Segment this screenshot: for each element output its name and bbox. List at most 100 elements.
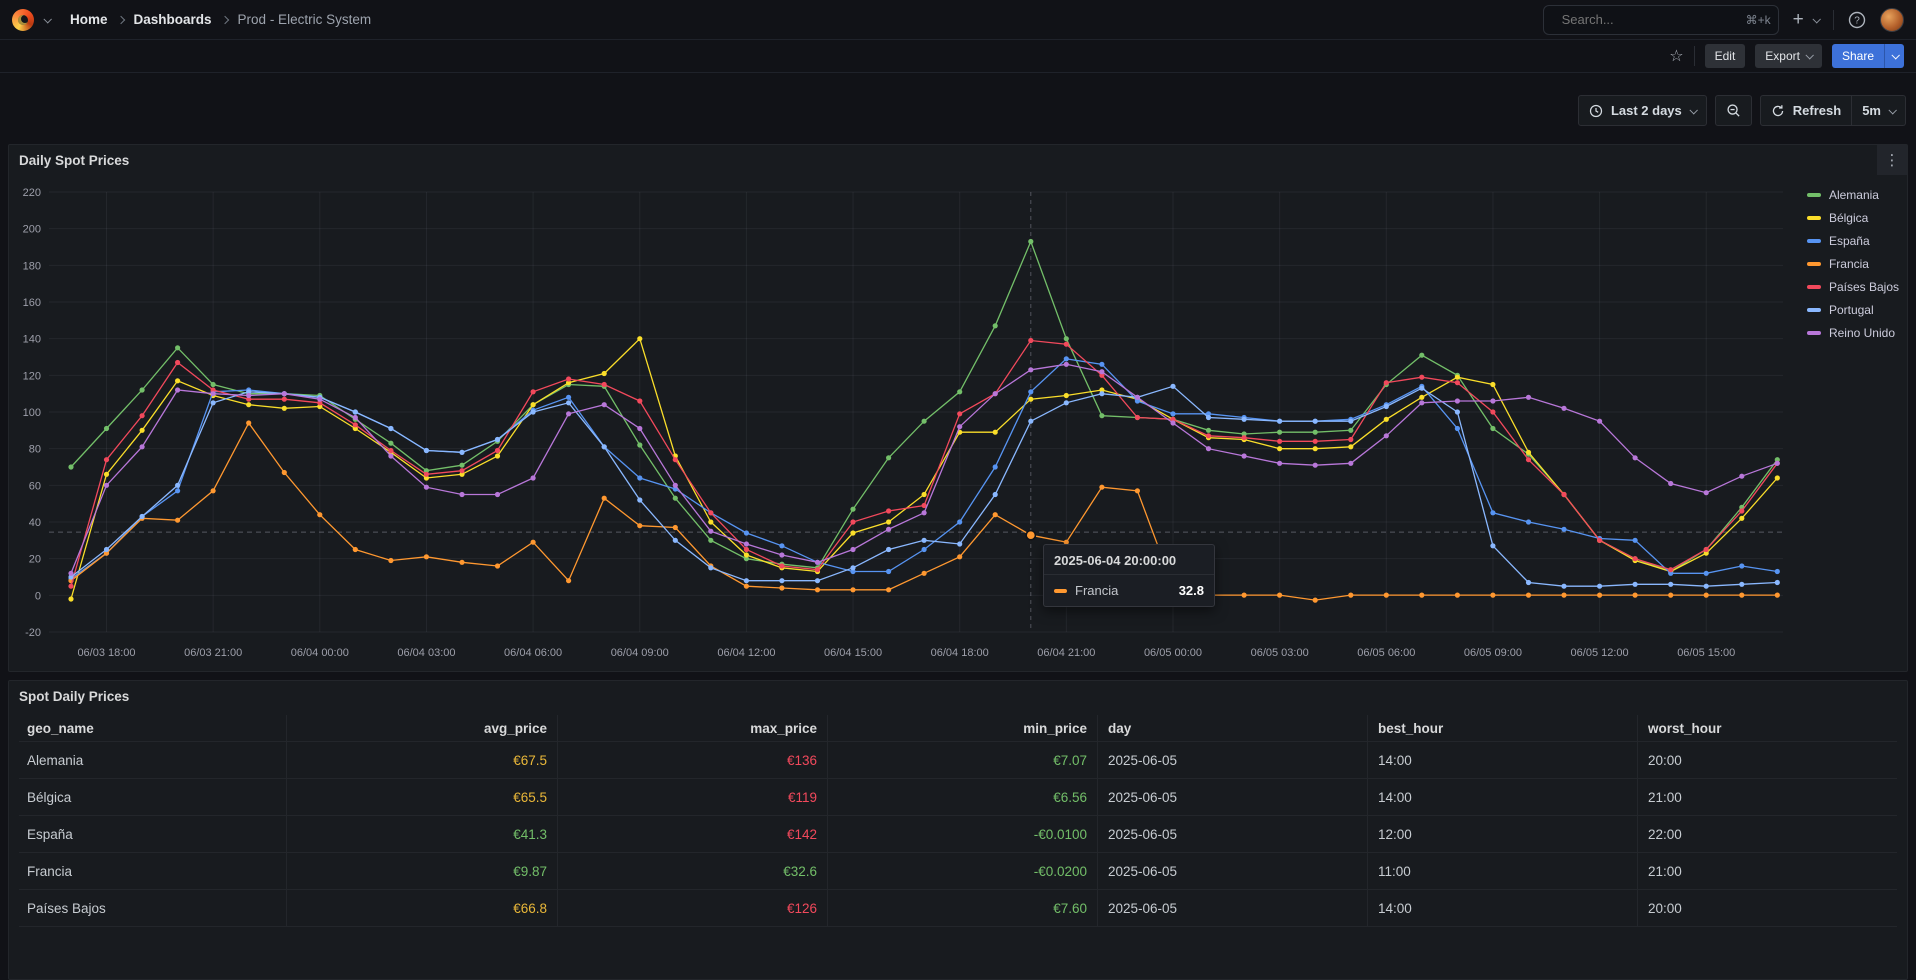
column-header-worst_hour[interactable]: worst_hour — [1637, 715, 1897, 741]
legend-item-Portugal[interactable]: Portugal — [1807, 301, 1899, 319]
spot-prices-chart[interactable]: -2002040608010012014016018020022006/03 1… — [9, 145, 1909, 673]
data-point — [459, 450, 464, 455]
org-switcher-chevron-icon[interactable] — [43, 15, 51, 23]
data-point — [922, 419, 927, 424]
data-point — [993, 492, 998, 497]
data-point — [673, 525, 678, 530]
legend-item-Reino Unido[interactable]: Reino Unido — [1807, 324, 1899, 342]
data-point — [1206, 446, 1211, 451]
data-point — [175, 483, 180, 488]
share-dropdown-caret[interactable] — [1884, 44, 1904, 68]
data-point — [1490, 382, 1495, 387]
breadcrumb-dashboards[interactable]: Dashboards — [134, 12, 212, 27]
data-point — [1633, 582, 1638, 587]
tooltip-series-name: Francia — [1075, 583, 1171, 598]
y-axis-label: 80 — [29, 444, 41, 456]
y-axis-label: 180 — [23, 260, 41, 272]
favorite-star-icon[interactable]: ☆ — [1669, 46, 1683, 66]
data-point — [673, 496, 678, 501]
help-icon[interactable]: ? — [1848, 11, 1866, 29]
data-point — [175, 360, 180, 365]
legend-item-Bélgica[interactable]: Bélgica — [1807, 209, 1899, 227]
data-point — [1490, 426, 1495, 431]
user-avatar[interactable] — [1880, 8, 1904, 32]
cell-worst_hour: 20:00 — [1637, 742, 1897, 778]
refresh-button[interactable]: Refresh — [1760, 95, 1852, 126]
data-point — [495, 453, 500, 458]
grafana-logo[interactable] — [12, 9, 34, 31]
data-point — [1028, 367, 1033, 372]
data-point — [211, 488, 216, 493]
add-new-button[interactable]: + — [1793, 9, 1819, 31]
legend-label: Países Bajos — [1829, 280, 1899, 294]
data-point — [1704, 584, 1709, 589]
data-point — [495, 437, 500, 442]
data-point — [68, 571, 73, 576]
data-point — [424, 448, 429, 453]
legend-item-España[interactable]: España — [1807, 232, 1899, 250]
data-point — [1348, 461, 1353, 466]
series-color-dash — [1054, 589, 1067, 593]
column-header-geo_name[interactable]: geo_name — [19, 715, 286, 741]
data-point — [673, 457, 678, 462]
data-point — [1028, 239, 1033, 244]
panel-title[interactable]: Spot Daily Prices — [19, 689, 129, 704]
edit-button[interactable]: Edit — [1705, 44, 1746, 68]
legend-item-Francia[interactable]: Francia — [1807, 255, 1899, 273]
zoom-out-button[interactable] — [1715, 95, 1752, 126]
data-point — [779, 578, 784, 583]
data-point — [886, 527, 891, 532]
refresh-interval-dropdown[interactable]: 5m — [1852, 95, 1906, 126]
data-point — [1455, 375, 1460, 380]
data-point — [1384, 417, 1389, 422]
data-point — [1704, 547, 1709, 552]
data-point — [1348, 428, 1353, 433]
data-point — [211, 382, 216, 387]
chart-legend: Alemania Bélgica España Francia Países B… — [1807, 186, 1899, 342]
data-point — [68, 464, 73, 469]
export-button[interactable]: Export — [1755, 44, 1822, 68]
data-point — [1775, 593, 1780, 598]
cell-geo_name: España — [19, 816, 286, 852]
column-header-best_hour[interactable]: best_hour — [1367, 715, 1637, 741]
data-point — [1633, 455, 1638, 460]
time-range-picker[interactable]: Last 2 days — [1578, 95, 1707, 126]
y-axis-label: 100 — [23, 407, 41, 419]
column-header-min_price[interactable]: min_price — [827, 715, 1097, 741]
data-point — [1775, 475, 1780, 480]
column-header-avg_price[interactable]: avg_price — [286, 715, 557, 741]
column-header-max_price[interactable]: max_price — [557, 715, 827, 741]
data-point — [1739, 516, 1744, 521]
data-point — [1099, 362, 1104, 367]
search-input-container[interactable]: ⌘+k — [1543, 5, 1779, 35]
cell-geo_name: Francia — [19, 853, 286, 889]
column-header-day[interactable]: day — [1097, 715, 1367, 741]
legend-item-Alemania[interactable]: Alemania — [1807, 186, 1899, 204]
data-point — [1028, 419, 1033, 424]
cell-max_price: €126 — [557, 890, 827, 926]
data-point — [1348, 437, 1353, 442]
x-axis-label: 06/05 00:00 — [1144, 647, 1202, 659]
series-line-España — [71, 359, 1777, 579]
data-point — [744, 552, 749, 557]
data-point — [175, 378, 180, 383]
breadcrumb: Home Dashboards Prod - Electric System — [70, 12, 371, 27]
x-axis-label: 06/03 21:00 — [184, 647, 242, 659]
data-point — [459, 463, 464, 468]
table-row: Francia€9.87€32.6-€0.02002025-06-0511:00… — [19, 853, 1897, 890]
legend-item-Países Bajos[interactable]: Países Bajos — [1807, 278, 1899, 296]
data-point — [1028, 397, 1033, 402]
data-point — [1775, 461, 1780, 466]
share-button[interactable]: Share — [1832, 44, 1884, 68]
data-point — [637, 523, 642, 528]
data-point — [1633, 556, 1638, 561]
data-point — [566, 411, 571, 416]
legend-label: Reino Unido — [1829, 326, 1895, 340]
data-point — [850, 565, 855, 570]
data-point — [922, 547, 927, 552]
breadcrumb-home[interactable]: Home — [70, 12, 108, 27]
cell-day: 2025-06-05 — [1097, 779, 1367, 815]
search-input[interactable] — [1562, 12, 1738, 27]
cell-worst_hour: 21:00 — [1637, 853, 1897, 889]
data-point — [282, 397, 287, 402]
